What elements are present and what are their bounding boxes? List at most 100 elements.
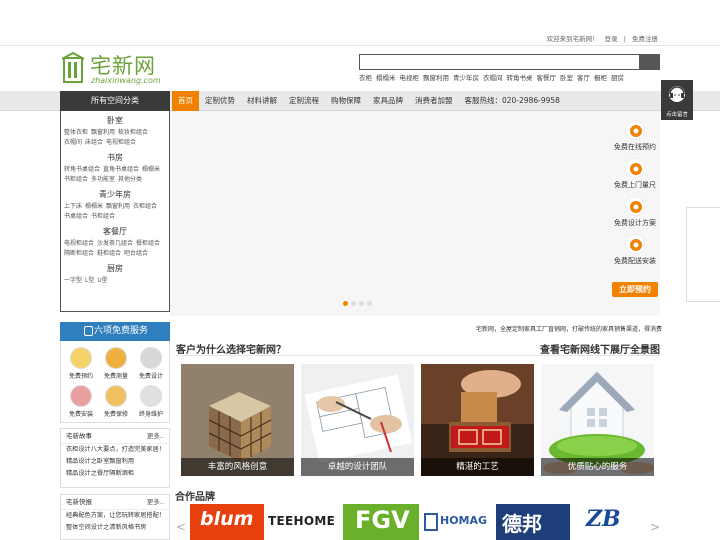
hot-keyword-link[interactable]: 电视柜 — [400, 74, 420, 82]
category-subitem-link[interactable]: 衣帽间 — [64, 139, 82, 146]
category-subitem-link[interactable]: 其他分类 — [118, 176, 142, 183]
category-subitem-link[interactable]: 直角书桌组合 — [103, 166, 139, 173]
category-subitem-link[interactable]: 上下床 — [64, 203, 82, 210]
category-subitem-link[interactable]: 多功能室 — [91, 176, 115, 183]
category-subitem-link[interactable]: 电视柜组合 — [106, 139, 136, 146]
brand-logo-teehome[interactable]: TEEHOME — [266, 504, 342, 540]
news-item-link[interactable]: 整体空间设计之清新风格书房 — [61, 522, 169, 534]
brands-next-arrow[interactable]: > — [650, 520, 660, 534]
news-item-link[interactable]: 精品设计之餐厅隔断酒柜 — [61, 468, 169, 480]
category-subitem-link[interactable]: 衣柜组合 — [133, 203, 157, 210]
category-subitem-link[interactable]: 餐柜组合 — [136, 240, 160, 247]
category-subitem-link[interactable]: 飘窗利用 — [91, 129, 115, 136]
free-service-item[interactable]: 终身维护 — [134, 385, 168, 418]
category-title[interactable]: 卧室 — [64, 115, 166, 126]
warranty-icon — [105, 385, 127, 407]
reserve-button[interactable]: 立即预约 — [612, 282, 658, 297]
free-service-label: 免费测量 — [103, 373, 128, 380]
category-subitem-link[interactable]: 榻榻米 — [85, 203, 103, 210]
brand-logo-zb[interactable]: ZB — [572, 504, 644, 540]
register-link[interactable]: 免费注册 — [632, 35, 658, 43]
hot-keyword-link[interactable]: 厨房 — [611, 74, 624, 82]
category-subitem-link[interactable]: 鞋柜组合 — [97, 250, 121, 257]
hot-keyword-link[interactable]: 衣柜 — [359, 74, 372, 82]
express-list: 经典配色方案，让您玩转家居搭配！ 整体空间设计之清新风格书房 — [61, 510, 169, 534]
express-more-link[interactable]: 更多.. — [147, 495, 164, 510]
banner-dot[interactable] — [343, 301, 348, 306]
news-item-link[interactable]: 经典配色方案，让您玩转家居搭配！ — [61, 510, 169, 522]
free-service-item[interactable]: 免费安装 — [64, 385, 98, 418]
showroom-link[interactable]: 查看宅新网线下展厅全景图 — [540, 341, 660, 356]
free-service-item[interactable]: 免费保修 — [99, 385, 133, 418]
category-subitems: 转角书桌组合 直角书桌组合 榻榻米书柜组合 多功能室 其他分类 — [64, 165, 166, 185]
brand-logo-homag[interactable]: HOMAG — [422, 504, 494, 540]
category-subitem-link[interactable]: L型 — [85, 277, 94, 284]
banner-dot[interactable] — [367, 301, 372, 306]
service-item[interactable]: 免费上门量尺 — [608, 158, 662, 196]
why-card-style[interactable]: 丰富的风格创意 — [181, 364, 294, 476]
banner-dot[interactable] — [351, 301, 356, 306]
category-subitem-link[interactable]: 飘窗利用 — [106, 203, 130, 210]
hot-keyword-link[interactable]: 客餐厅 — [537, 74, 557, 82]
category-subitem-link[interactable]: 梳妆柜组合 — [118, 129, 148, 136]
category-header[interactable]: 所有空间分类 — [60, 91, 170, 111]
category-subitem-link[interactable]: 转角书桌组合 — [64, 166, 100, 173]
free-service-item[interactable]: 免费设计 — [134, 347, 168, 380]
category-subitem-link[interactable]: U型 — [97, 277, 107, 284]
category-subitem-link[interactable]: 书柜组合 — [91, 213, 115, 220]
search-button[interactable] — [639, 55, 659, 69]
search-input[interactable] — [360, 55, 640, 69]
news-item-link[interactable]: 衣柜设计八大要点，打造完美家居！ — [61, 444, 169, 456]
news-more-link[interactable]: 更多.. — [147, 429, 164, 444]
nav-item[interactable]: 购物保障 — [325, 91, 367, 111]
category-subitem-link[interactable]: 隔断柜组合 — [64, 250, 94, 257]
login-link[interactable]: 登录 — [605, 35, 618, 43]
nav-item[interactable]: 材料讲解 — [241, 91, 283, 111]
banner-dot[interactable] — [359, 301, 364, 306]
category-title[interactable]: 厨房 — [64, 263, 166, 274]
why-card-service[interactable]: 优质贴心的服务 — [541, 364, 654, 476]
why-card-craft[interactable]: 精湛的工艺 — [421, 364, 534, 476]
category-subitem-link[interactable]: 一字型 — [64, 277, 82, 284]
brand-logo-blum[interactable]: blum — [190, 504, 264, 540]
service-item[interactable]: 免费配送安装 — [608, 234, 662, 272]
service-item[interactable]: 免费设计方案 — [608, 196, 662, 234]
nav-item[interactable]: 首页 — [172, 91, 199, 111]
hot-keyword-link[interactable]: 衣帽间 — [483, 74, 503, 82]
hot-keyword-link[interactable]: 飘窗利用 — [423, 74, 449, 82]
category-title[interactable]: 书房 — [64, 152, 166, 163]
nav-item[interactable]: 家具品牌 — [367, 91, 409, 111]
category-subitem-link[interactable]: 吧台组合 — [124, 250, 148, 257]
brand-logo-fgv[interactable]: FGV — [343, 504, 419, 540]
category-title[interactable]: 客餐厅 — [64, 226, 166, 237]
service-item[interactable]: 免费在线预约 — [608, 120, 662, 158]
hot-keyword-link[interactable]: 卧室 — [560, 74, 573, 82]
nav-item[interactable]: 定制流程 — [283, 91, 325, 111]
brand-logo-debang[interactable]: 德邦 — [496, 504, 570, 540]
hero-banner[interactable] — [170, 111, 660, 316]
news-item-link[interactable]: 精品设计之卧室飘窗利用 — [61, 456, 169, 468]
float-message-button[interactable]: 点击留言 — [661, 80, 693, 120]
hot-keyword-link[interactable]: 客厅 — [577, 74, 590, 82]
site-logo[interactable]: 宅新网 zhaixinwang.com — [62, 50, 172, 88]
brands-prev-arrow[interactable]: < — [176, 520, 186, 534]
section-divider — [175, 355, 660, 356]
hot-keyword-link[interactable]: 橱柜 — [594, 74, 607, 82]
float-side-panel[interactable] — [686, 207, 720, 302]
free-service-item[interactable]: 免费测量 — [99, 347, 133, 380]
hot-keyword-link[interactable]: 榻榻米 — [376, 74, 396, 82]
nav-item[interactable]: 消费者加盟 — [409, 91, 459, 111]
category-subitem-link[interactable]: 沙发茶几组合 — [97, 240, 133, 247]
hot-keyword-link[interactable]: 转角书桌 — [507, 74, 533, 82]
category-subitem-link[interactable]: 床组合 — [85, 139, 103, 146]
category-title[interactable]: 青少年房 — [64, 189, 166, 200]
category-subitem-link[interactable]: 榻榻米 — [142, 166, 160, 173]
category-subitem-link[interactable]: 电视柜组合 — [64, 240, 94, 247]
category-subitem-link[interactable]: 书柜组合 — [64, 176, 88, 183]
why-card-design[interactable]: 卓越的设计团队 — [301, 364, 414, 476]
hot-keyword-link[interactable]: 青少年房 — [453, 74, 479, 82]
free-service-item[interactable]: 免费预约 — [64, 347, 98, 380]
category-subitem-link[interactable]: 整体衣柜 — [64, 129, 88, 136]
category-subitem-link[interactable]: 书桌组合 — [64, 213, 88, 220]
nav-item[interactable]: 定制优势 — [199, 91, 241, 111]
